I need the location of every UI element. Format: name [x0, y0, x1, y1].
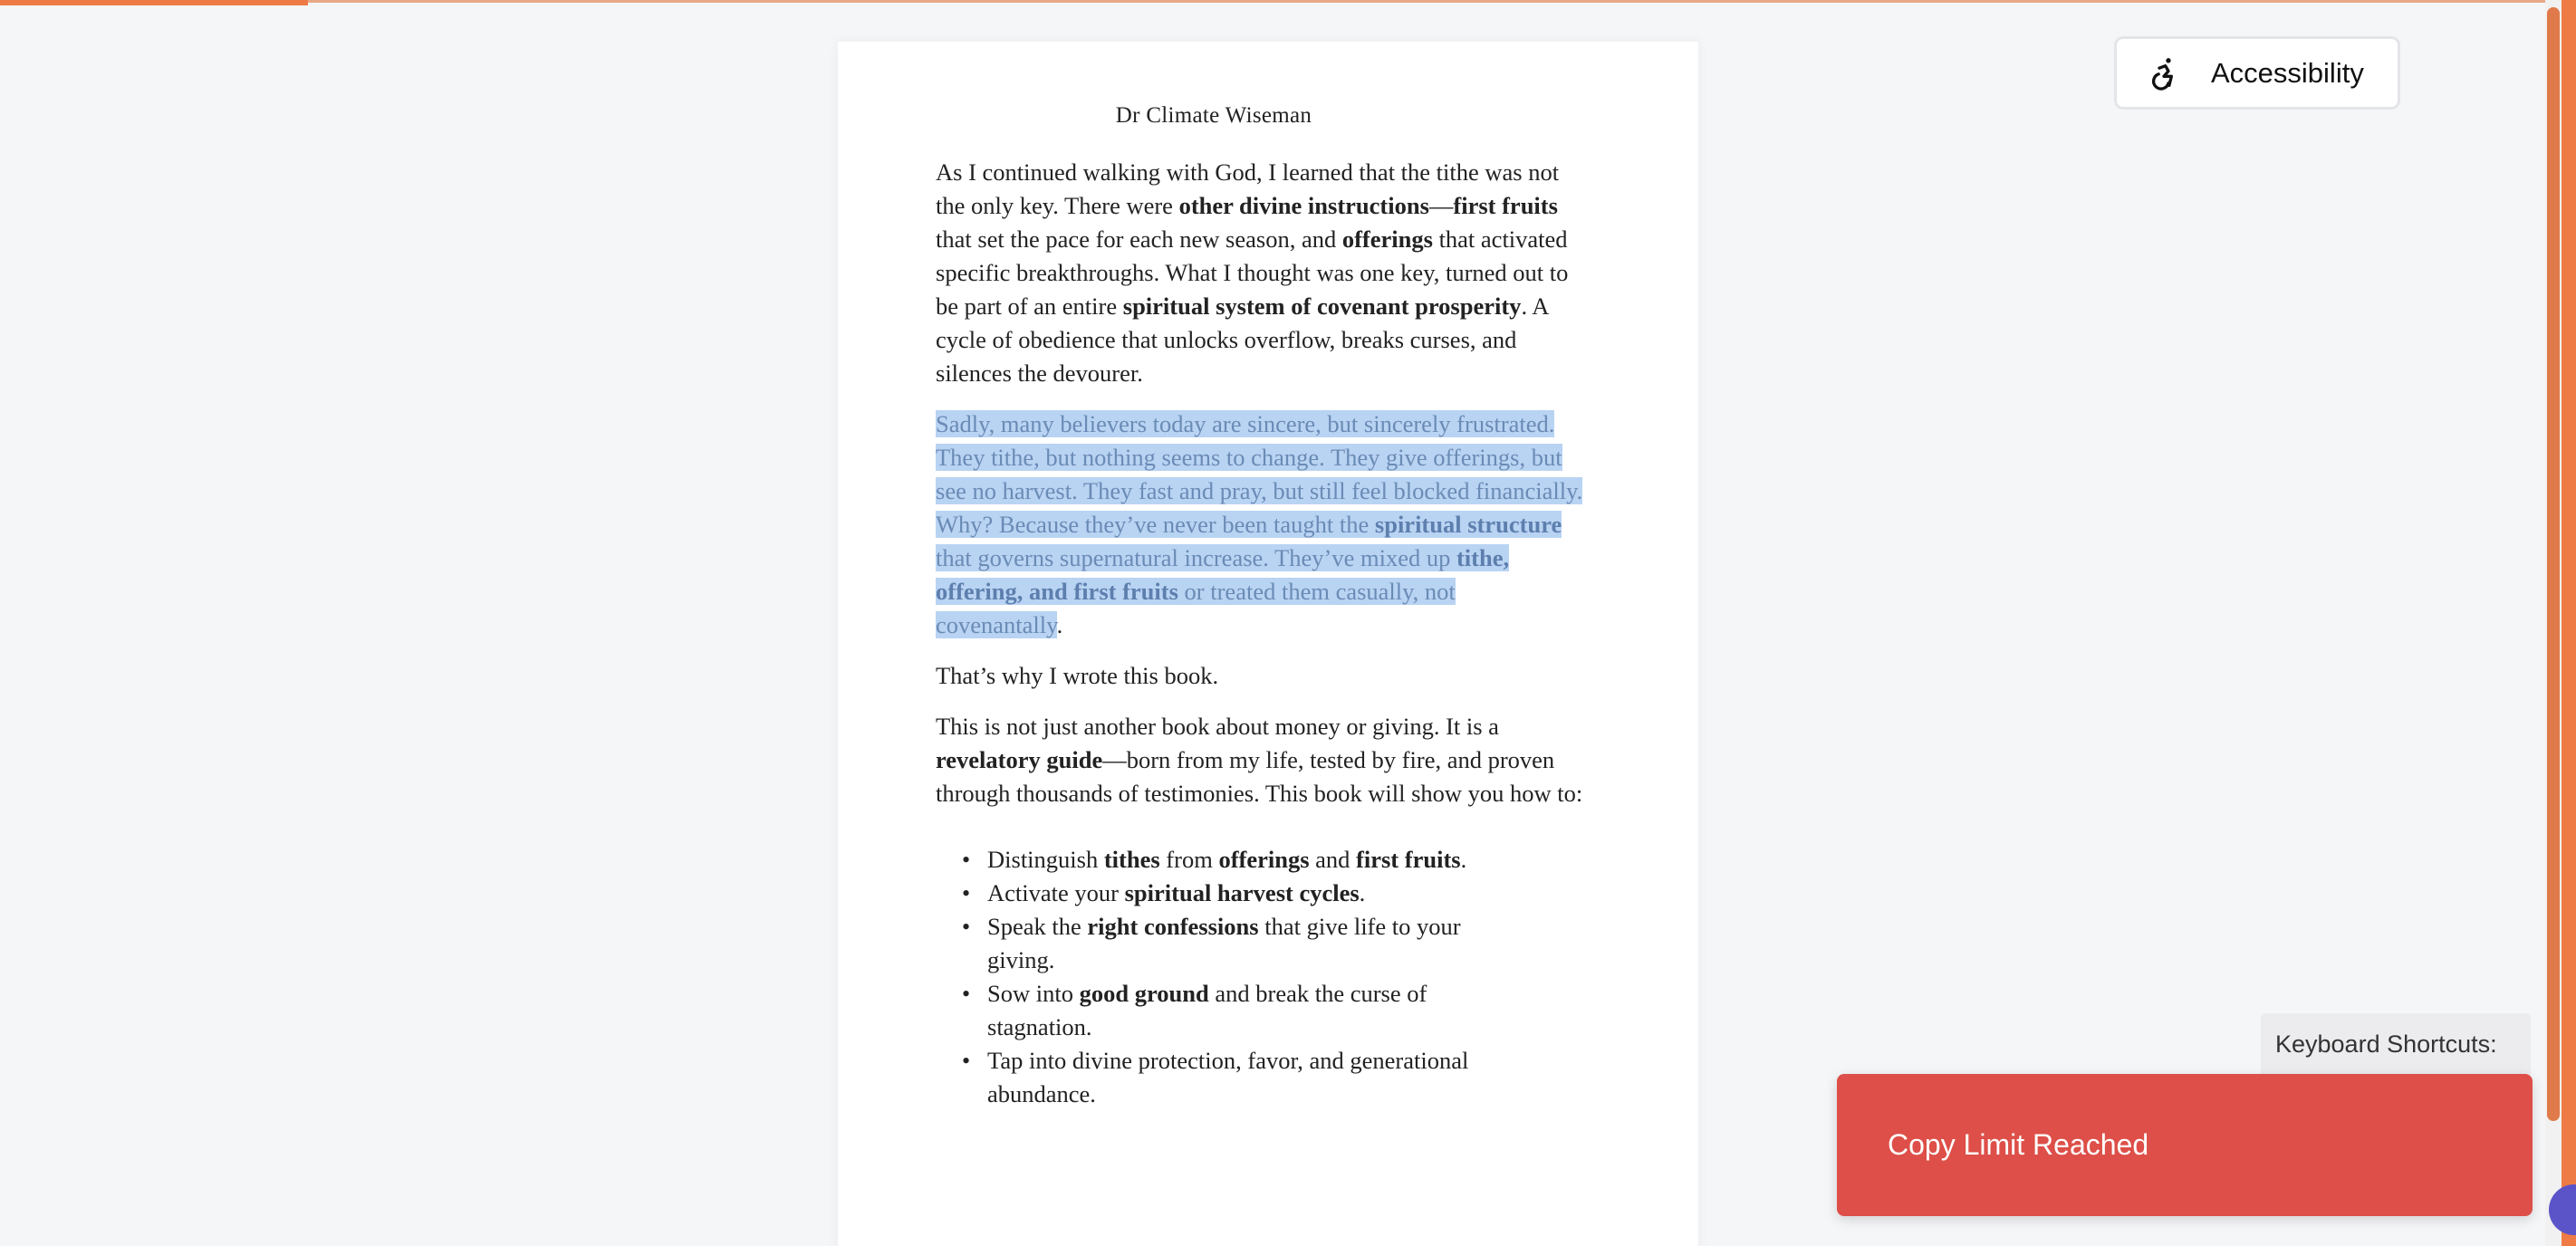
page-content: As I continued walking with God, I learn… — [936, 156, 1588, 1111]
accessibility-label: Accessibility — [2211, 56, 2364, 89]
scrollbar-thumb[interactable] — [2547, 7, 2560, 1121]
right-accent-strip — [2562, 0, 2576, 1246]
list-item: Activate your spiritual harvest cycles. — [962, 877, 1495, 910]
paragraph-3: That’s why I wrote this book. — [936, 662, 1219, 689]
top-border — [0, 0, 2576, 3]
copy-limit-toast[interactable]: Copy Limit Reached — [1837, 1074, 2533, 1216]
accessibility-button[interactable]: Accessibility — [2114, 36, 2400, 110]
reading-progress-bar — [0, 0, 308, 5]
bullet-list: Distinguish tithes from offerings and fi… — [936, 843, 1588, 1111]
list-item: Speak the right confessions that give li… — [962, 910, 1495, 977]
paragraph-2[interactable]: Sadly, many believers today are sincere,… — [936, 407, 1588, 642]
selected-text[interactable]: Sadly, many believers today are sincere,… — [936, 410, 1583, 638]
list-item: Sow into good ground and break the curse… — [962, 977, 1495, 1044]
list-item: Tap into divine protection, favor, and g… — [962, 1044, 1495, 1111]
list-item: Distinguish tithes from offerings and fi… — [962, 843, 1495, 877]
book-page: Dr Climate Wiseman As I continued walkin… — [838, 42, 1698, 1246]
keyboard-shortcuts-tab[interactable]: Keyboard Shortcuts: — [2261, 1013, 2531, 1075]
paragraph-1: As I continued walking with God, I learn… — [936, 158, 1569, 387]
page-header-author: Dr Climate Wiseman — [1115, 103, 1312, 128]
accessibility-icon — [2152, 57, 2173, 91]
paragraph-4: This is not just another book about mone… — [936, 713, 1583, 807]
